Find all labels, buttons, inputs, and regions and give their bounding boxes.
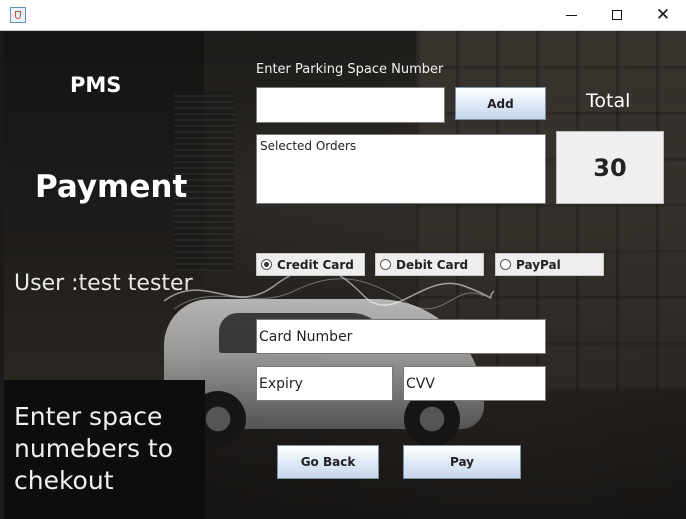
radio-label: Debit Card bbox=[396, 257, 469, 272]
radio-label: Credit Card bbox=[277, 257, 354, 272]
minimize-button[interactable] bbox=[548, 0, 594, 30]
title-bar: ✕ bbox=[0, 0, 686, 31]
space-number-input[interactable] bbox=[256, 87, 445, 123]
payment-panel: PMS Payment User :test tester Enter spac… bbox=[4, 31, 686, 519]
radio-unselected-icon bbox=[500, 259, 511, 270]
card-number-input[interactable] bbox=[256, 319, 546, 354]
cvv-input[interactable] bbox=[403, 366, 546, 401]
close-icon: ✕ bbox=[655, 4, 671, 25]
pay-button[interactable]: Pay bbox=[403, 445, 521, 479]
maximize-button[interactable] bbox=[594, 0, 640, 30]
credit-card-radio[interactable]: Credit Card bbox=[256, 253, 365, 276]
selected-orders-area[interactable] bbox=[256, 134, 546, 204]
app-name: PMS bbox=[70, 73, 122, 97]
page-title: Payment bbox=[35, 169, 188, 205]
add-button[interactable]: Add bbox=[455, 87, 546, 120]
java-app-icon bbox=[10, 7, 26, 23]
radio-selected-icon bbox=[261, 259, 272, 270]
checkout-hint: Enter space numebers to chekout bbox=[14, 402, 174, 495]
minimize-icon bbox=[565, 14, 577, 16]
expiry-input[interactable] bbox=[256, 366, 393, 401]
total-value: 30 bbox=[556, 131, 664, 204]
radio-unselected-icon bbox=[380, 259, 391, 270]
maximize-icon bbox=[612, 10, 622, 20]
total-label: Total bbox=[586, 90, 631, 112]
debit-card-radio[interactable]: Debit Card bbox=[375, 253, 484, 276]
user-label: User :test tester bbox=[14, 271, 193, 296]
space-number-label: Enter Parking Space Number bbox=[256, 62, 444, 77]
go-back-button[interactable]: Go Back bbox=[277, 445, 379, 479]
close-button[interactable]: ✕ bbox=[640, 0, 686, 30]
radio-label: PayPal bbox=[516, 257, 561, 272]
paypal-radio[interactable]: PayPal bbox=[495, 253, 604, 276]
